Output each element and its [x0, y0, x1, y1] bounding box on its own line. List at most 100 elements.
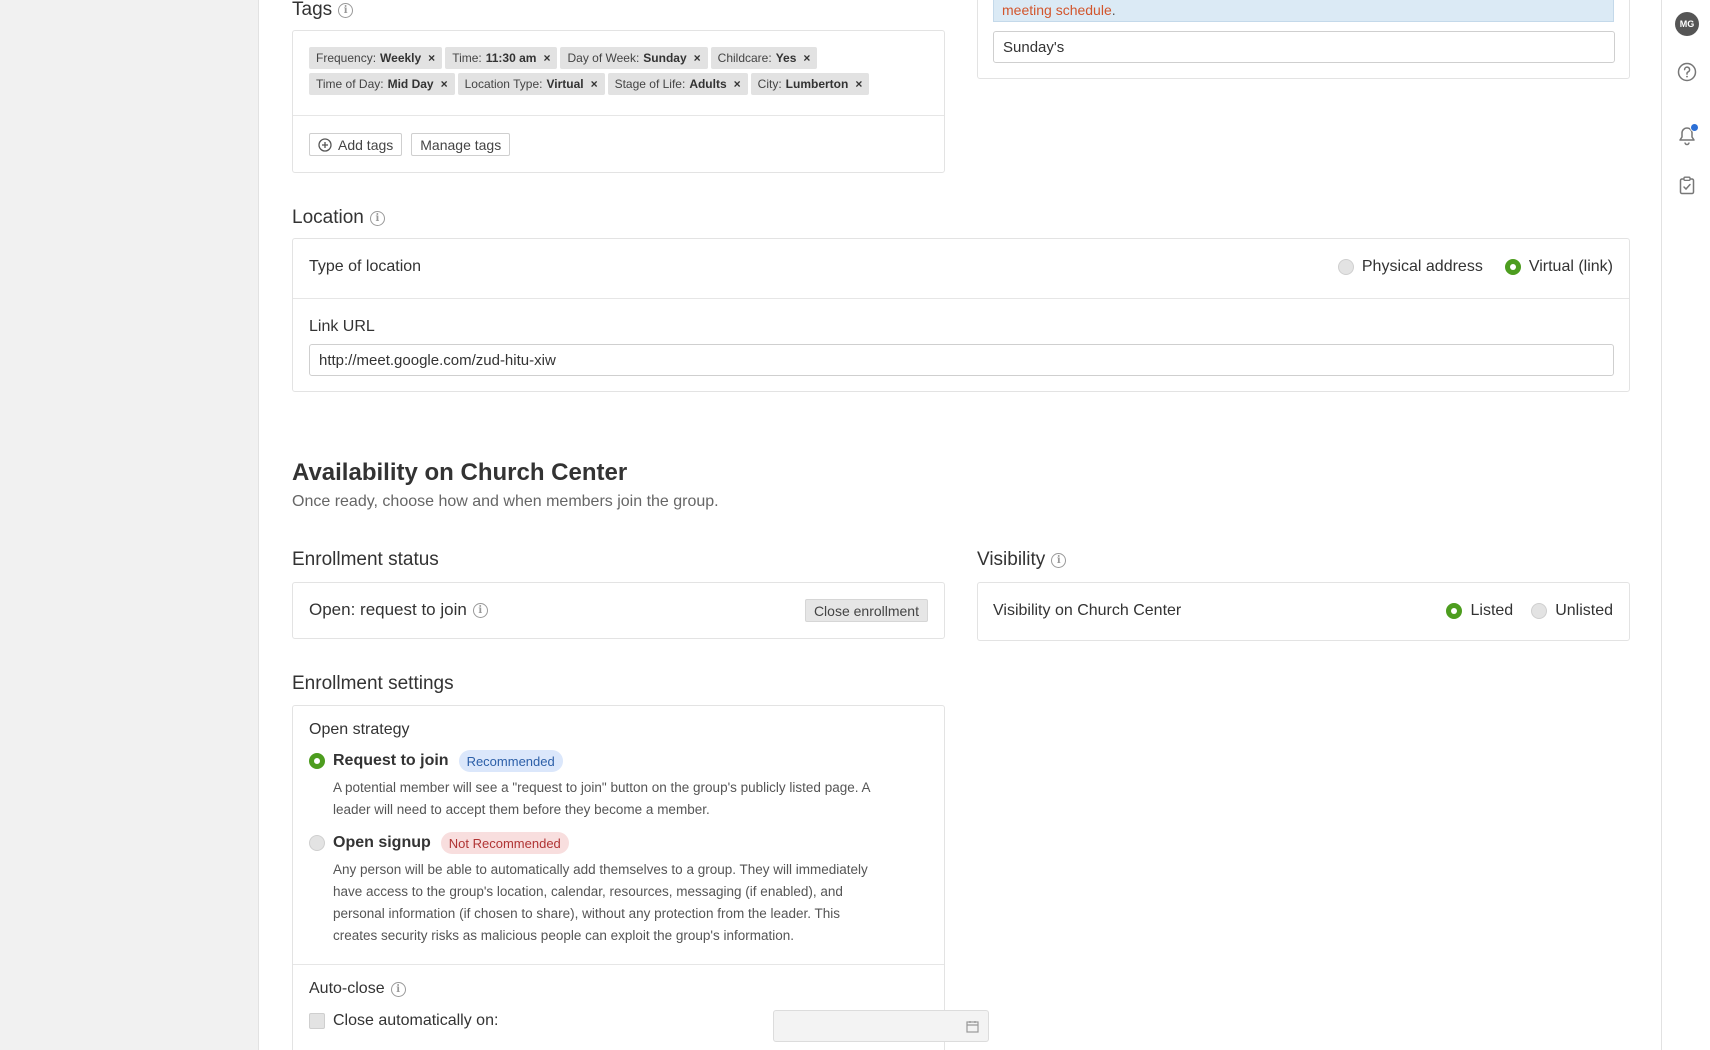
tag-value: Yes — [775, 51, 797, 65]
name-panel: meeting schedule. Sunday's — [977, 0, 1630, 79]
info-icon[interactable]: i — [1051, 552, 1067, 568]
open-signup-description: Any person will be able to automatically… — [333, 859, 933, 947]
tag-value: Weekly — [380, 51, 422, 65]
visibility-title-text: Visibility — [977, 549, 1046, 570]
tag-key: Frequency: — [316, 51, 377, 65]
enrollment-settings-title-text: Enrollment settings — [292, 673, 454, 694]
meeting-schedule-link[interactable]: meeting schedule — [1002, 2, 1112, 18]
enrollment-status-title-text: Enrollment status — [292, 549, 439, 570]
description-line: A potential member will see a "request t… — [333, 780, 871, 795]
request-to-join-option[interactable]: Request to join Recommended — [309, 750, 563, 772]
add-tags-label: Add tags — [338, 136, 394, 153]
info-icon[interactable]: i — [338, 2, 354, 18]
virtual-link-radio[interactable] — [1504, 259, 1521, 275]
tag-key: Location Type: — [464, 77, 543, 91]
close-date-input[interactable] — [773, 1010, 989, 1042]
notification-dot — [1690, 123, 1699, 132]
remove-tag-icon[interactable]: × — [803, 51, 810, 65]
description-line: Any person will be able to automatically… — [333, 862, 868, 877]
auto-close-label: Auto-close — [309, 980, 385, 997]
tag-value: Adults — [689, 77, 727, 91]
help-icon[interactable] — [1674, 59, 1700, 85]
tag-value: Lumberton — [785, 77, 849, 91]
not-recommended-badge: Not Recommended — [440, 832, 569, 854]
add-tags-button[interactable]: Add tags — [309, 133, 403, 156]
physical-address-radio[interactable] — [1337, 259, 1354, 275]
enrollment-status-text: Open: request to join — [309, 600, 467, 619]
info-icon[interactable]: i — [472, 602, 488, 618]
info-icon[interactable]: i — [390, 981, 406, 997]
clipboard-check-icon[interactable] — [1674, 172, 1700, 198]
link-url-label: Link URL — [309, 318, 375, 335]
tag-chip: Location Type: Virtual × — [457, 73, 605, 95]
open-strategy-label: Open strategy — [309, 721, 410, 738]
virtual-link-option[interactable]: Virtual (link) — [1504, 258, 1613, 276]
open-signup-option[interactable]: Open signup Not Recommended — [309, 832, 569, 854]
description-line: creates security risks as malicious peop… — [333, 928, 795, 943]
description-line: have access to the group's location, cal… — [333, 884, 843, 899]
remove-tag-icon[interactable]: × — [428, 51, 435, 65]
divider — [293, 964, 944, 965]
remove-tag-icon[interactable]: × — [734, 77, 741, 91]
tag-list: Frequency: Weekly × Time: 11:30 am × Day of … — [309, 47, 929, 99]
remove-tag-icon[interactable]: × — [441, 77, 448, 91]
tag-chip: Time: 11:30 am × — [445, 47, 558, 69]
bell-icon[interactable] — [1674, 123, 1700, 149]
open-signup-radio[interactable] — [309, 835, 325, 851]
tag-actions: Add tags Manage tags — [309, 133, 511, 156]
tag-value: 11:30 am — [485, 51, 537, 65]
tag-key: Time: — [452, 51, 482, 65]
visibility-title: Visibility i — [977, 549, 1067, 571]
enrollment-status-title: Enrollment status — [292, 549, 439, 571]
tag-key: City: — [757, 77, 782, 91]
tag-key: Childcare: — [717, 51, 772, 65]
right-rail: MG — [1661, 0, 1710, 1050]
availability-title: Availability on Church Center — [292, 459, 628, 486]
unlisted-label: Unlisted — [1555, 602, 1613, 619]
close-automatically-label: Close automatically on: — [333, 1012, 499, 1029]
close-enrollment-button[interactable]: Close enrollment — [804, 599, 928, 622]
tag-key: Day of Week: — [567, 51, 640, 65]
request-to-join-radio[interactable] — [309, 753, 325, 769]
location-title-text: Location — [292, 207, 364, 228]
enrollment-status-panel: Open: request to join i Close enrollment — [292, 582, 945, 639]
divider — [293, 298, 1629, 299]
link-url-input[interactable]: http://meet.google.com/zud-hitu-xiw — [309, 344, 1614, 376]
tags-title-text: Tags — [292, 0, 333, 20]
remove-tag-icon[interactable]: × — [694, 51, 701, 65]
tag-value: Sunday — [643, 51, 687, 65]
description-line: leader will need to accept them before t… — [333, 802, 710, 817]
remove-tag-icon[interactable]: × — [855, 77, 862, 91]
close-automatically-checkbox[interactable] — [309, 1013, 325, 1029]
tag-value: Virtual — [546, 77, 584, 91]
listed-option[interactable]: Listed — [1446, 602, 1513, 620]
remove-tag-icon[interactable]: × — [543, 51, 550, 65]
tags-panel: Frequency: Weekly × Time: 11:30 am × Day of … — [292, 30, 945, 173]
remove-tag-icon[interactable]: × — [591, 77, 598, 91]
unlisted-option[interactable]: Unlisted — [1531, 602, 1613, 620]
listed-label: Listed — [1470, 602, 1514, 619]
schedule-notice: meeting schedule. — [993, 0, 1614, 22]
divider — [293, 115, 944, 116]
plus-circle-icon — [318, 137, 332, 152]
tag-chip: Stage of Life: Adults × — [607, 73, 748, 95]
tags-section-title: Tags i — [292, 0, 354, 21]
tag-chip: Frequency: Weekly × — [309, 47, 443, 69]
tag-chip: Time of Day: Mid Day × — [309, 73, 455, 95]
visibility-radios: Listed Unlisted — [1446, 602, 1613, 620]
type-of-location-label: Type of location — [309, 258, 422, 275]
manage-tags-label: Manage tags — [420, 136, 502, 153]
listed-radio[interactable] — [1446, 603, 1463, 619]
location-section-title: Location i — [292, 207, 385, 229]
main-content: Tags i Frequency: Weekly × Time: 11:30 am × … — [259, 0, 1661, 1050]
unlisted-radio[interactable] — [1531, 603, 1548, 619]
tag-key: Time of Day: — [316, 77, 384, 91]
avatar: MG — [1675, 12, 1699, 36]
name-input[interactable]: Sunday's — [993, 31, 1615, 63]
info-icon[interactable]: i — [369, 210, 385, 226]
location-type-radios: Physical address Virtual (link) — [1337, 258, 1613, 276]
physical-address-option[interactable]: Physical address — [1337, 258, 1483, 276]
user-avatar-button[interactable]: MG — [1674, 11, 1700, 37]
manage-tags-button[interactable]: Manage tags — [411, 133, 511, 156]
tag-chip: Day of Week: Sunday × — [560, 47, 708, 69]
